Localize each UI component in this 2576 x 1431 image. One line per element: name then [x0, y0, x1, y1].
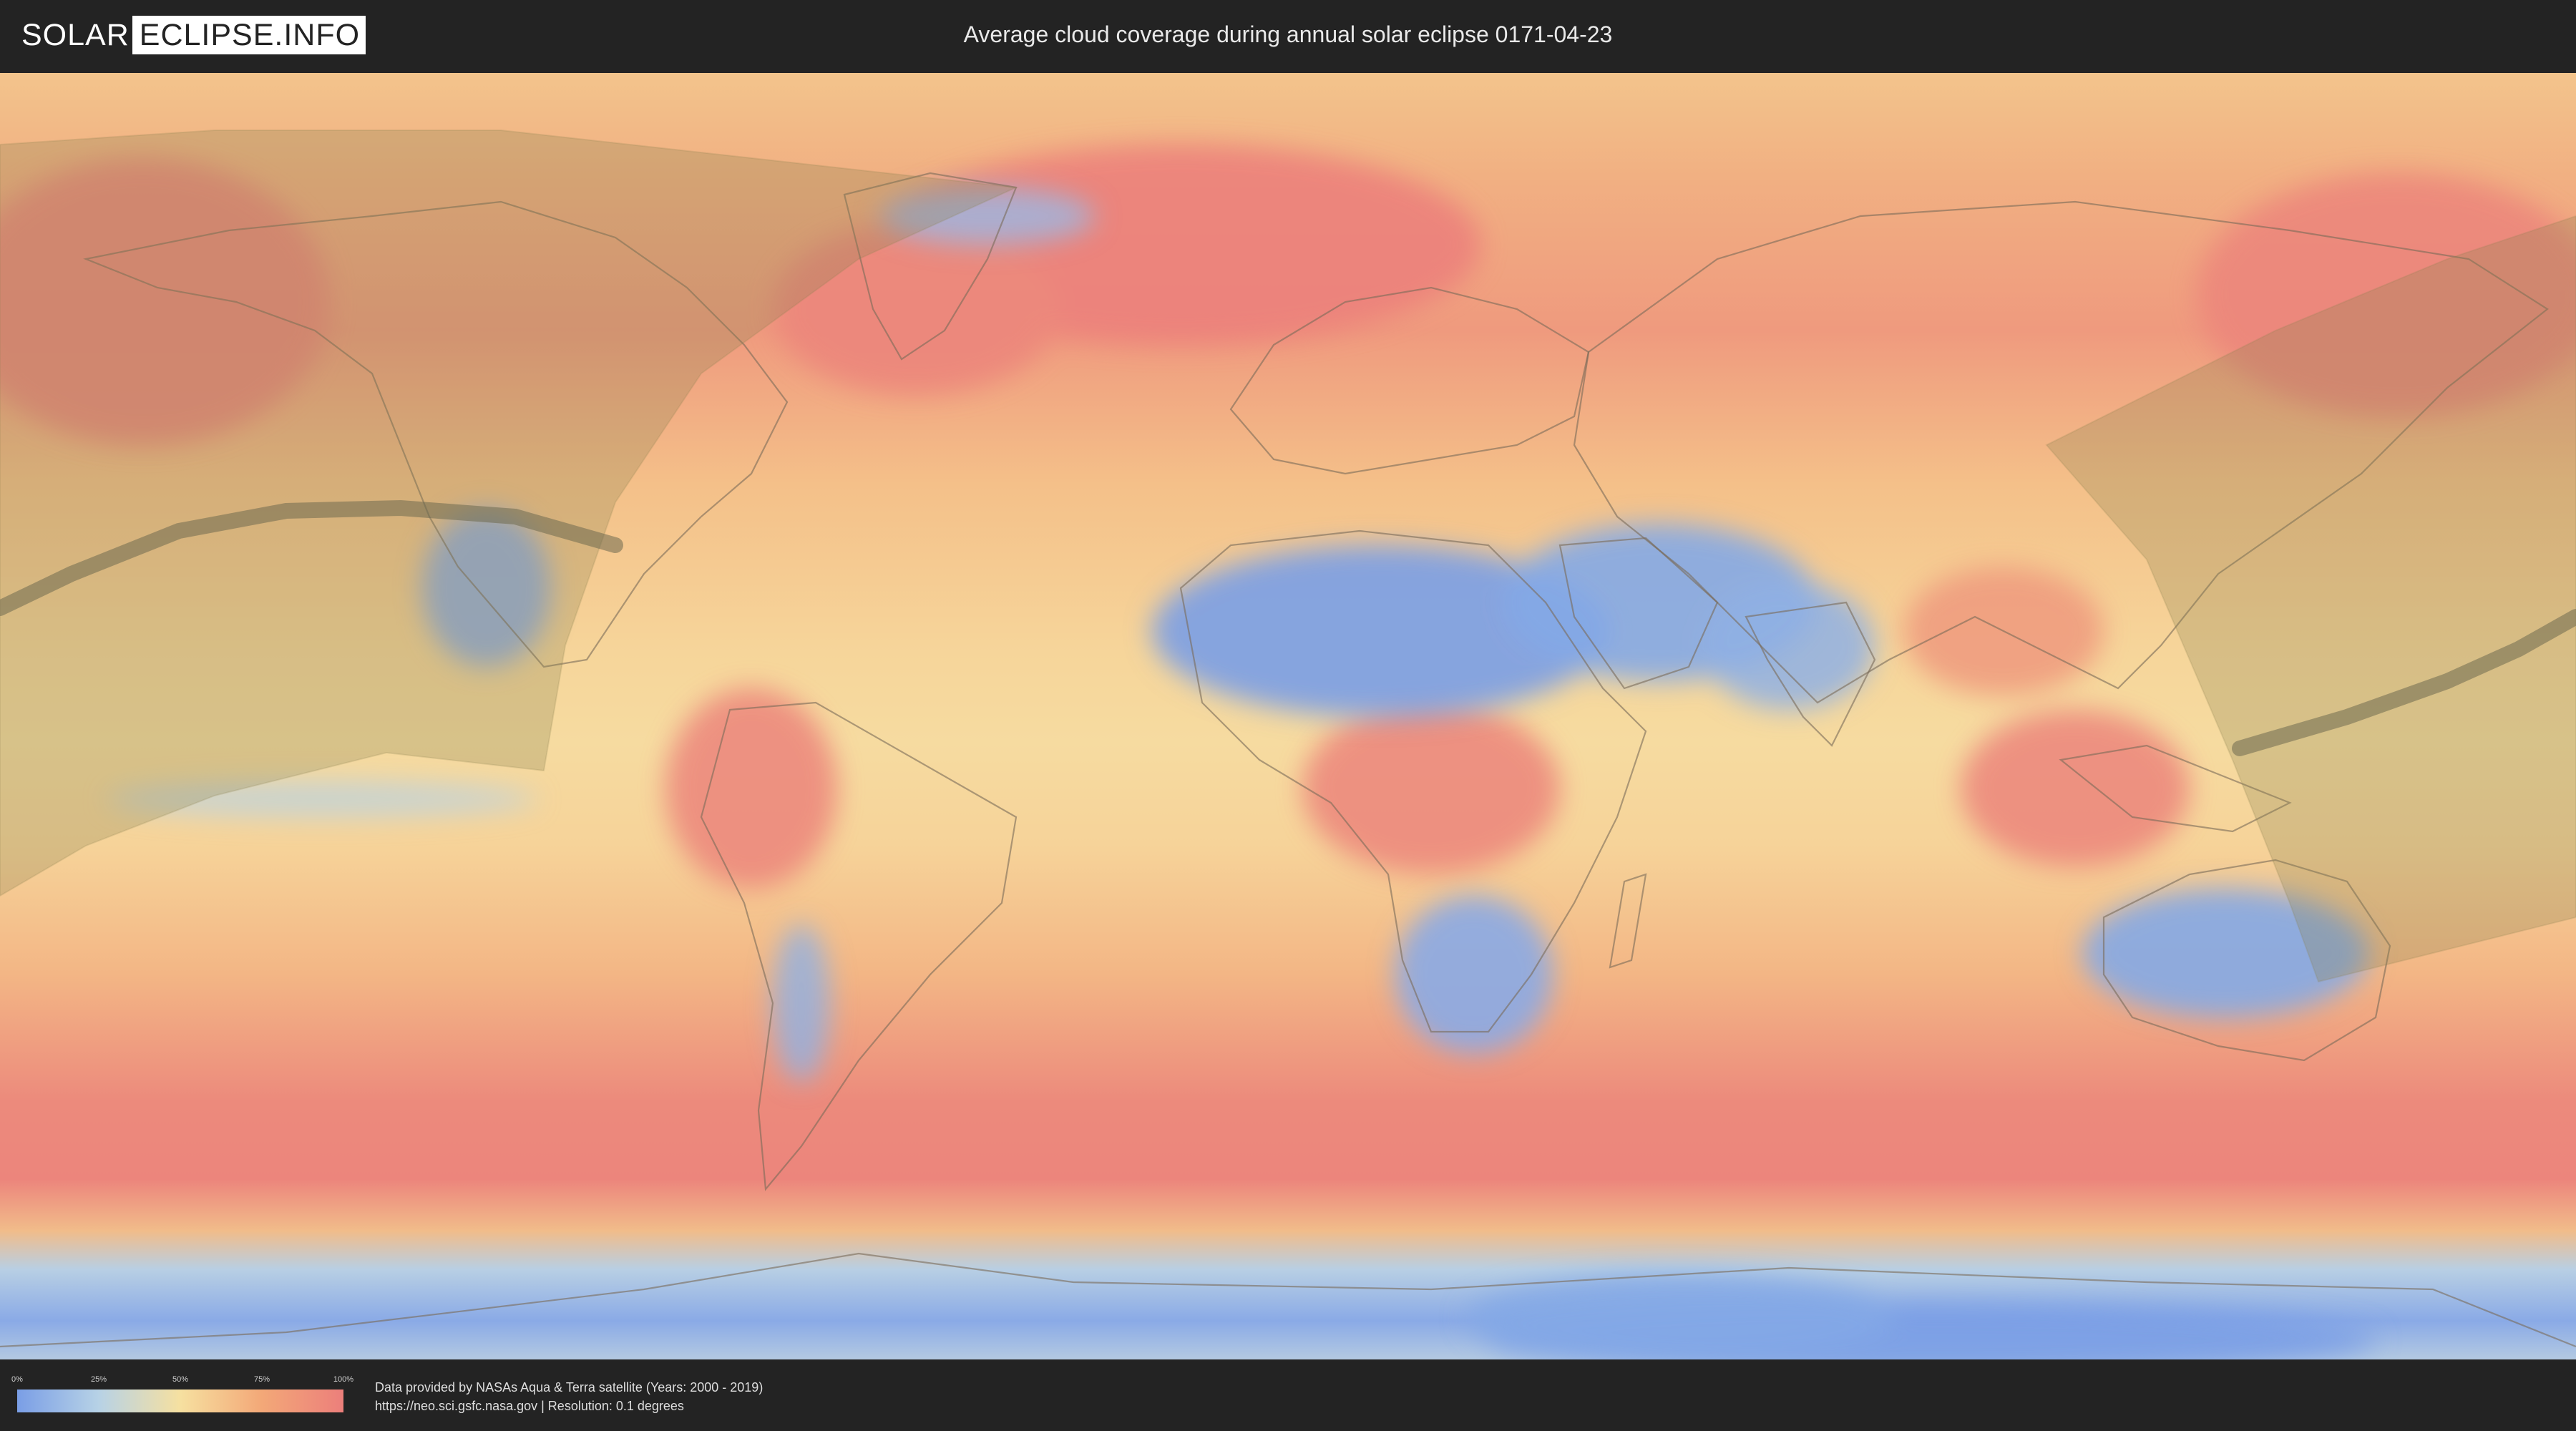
credit-line-url[interactable]: https://neo.sci.gsfc.nasa.gov | Resoluti…	[375, 1397, 763, 1415]
legend-tick-0: 0%	[11, 1375, 23, 1384]
legend-tick-25: 25%	[90, 1375, 107, 1384]
legend-tick-75: 75%	[253, 1375, 270, 1384]
header-bar: SOLAR ECLIPSE.INFO Average cloud coverag…	[0, 0, 2576, 72]
legend-tick-50: 50%	[172, 1375, 189, 1384]
cloud-coverage-legend: 0% 25% 50% 75% 100%	[11, 1375, 353, 1414]
credit-line-source: Data provided by NASAs Aqua & Terra sate…	[375, 1380, 763, 1395]
page-title: Average cloud coverage during annual sol…	[963, 21, 1613, 47]
data-credits: Data provided by NASAs Aqua & Terra sate…	[375, 1378, 763, 1415]
legend-color-bar	[17, 1390, 343, 1412]
cloud-coverage-map[interactable]	[0, 73, 2576, 1359]
footer-bar: 0% 25% 50% 75% 100% Data provided by NAS…	[0, 1359, 2576, 1431]
map-frame	[0, 73, 2576, 1359]
legend-tick-100: 100%	[333, 1375, 354, 1384]
